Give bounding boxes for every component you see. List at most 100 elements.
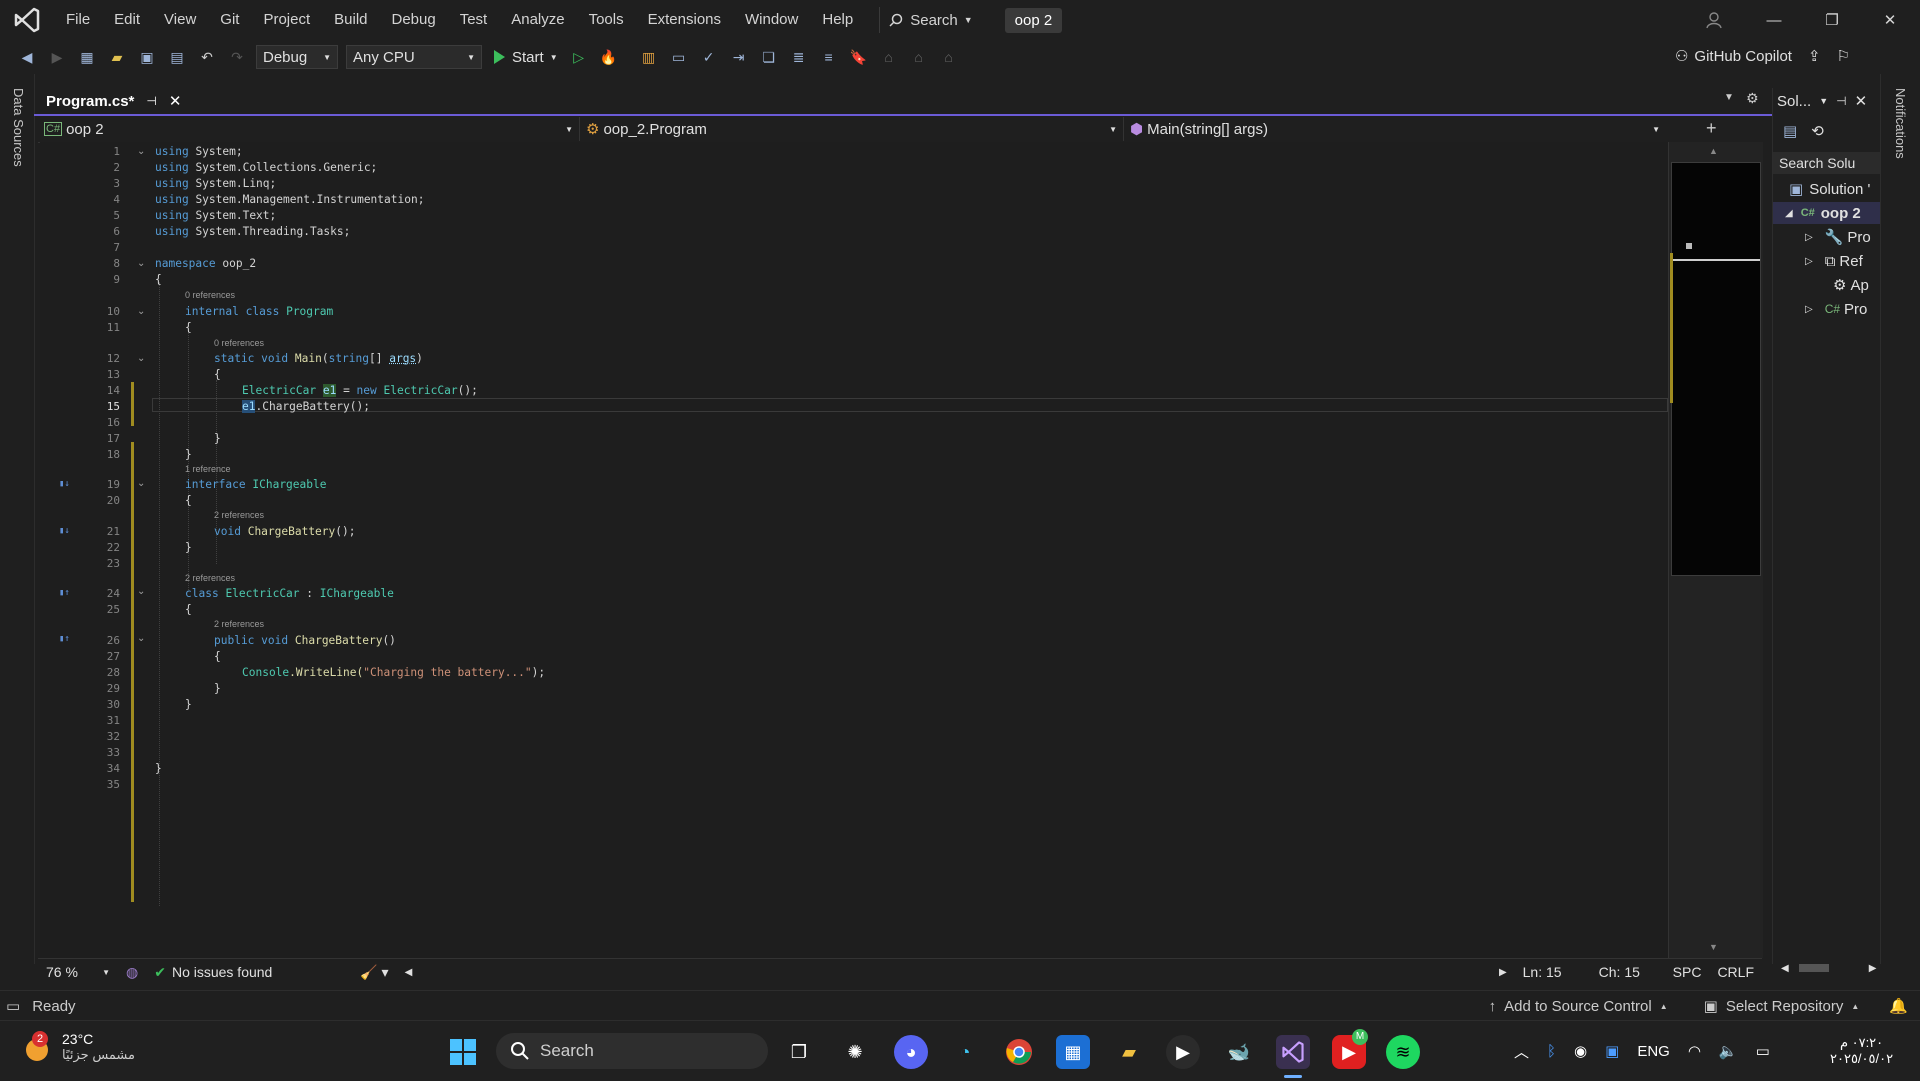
redo-icon[interactable]: ↷ [224,44,250,70]
menu-git[interactable]: Git [208,0,251,40]
references-hint[interactable]: 2 references [214,510,264,520]
menu-extensions[interactable]: Extensions [636,0,733,40]
task-view-icon[interactable]: ❐ [782,1035,816,1069]
data-sources-tab[interactable]: Data Sources [11,88,26,167]
tree-item-properties[interactable]: ▷ 🔧 Pro [1773,226,1881,248]
bookmark-next-icon[interactable]: ⌂ [906,44,932,70]
menu-project[interactable]: Project [251,0,322,40]
fold-chevron-icon[interactable]: ⌄ [137,586,145,597]
step-icon[interactable]: ⇥ [726,44,752,70]
battery-icon[interactable]: ▭ [1756,1042,1770,1060]
tree-item-project[interactable]: ◢ C# oop 2 [1773,202,1881,224]
spotify-icon[interactable]: ≋ [1386,1035,1420,1069]
minimap-viewport[interactable] [1671,162,1761,576]
implementation-marker-icon[interactable]: ▮↓ [59,479,70,489]
scroll-right-icon[interactable]: ▶ [1869,963,1877,974]
implementation-marker-icon[interactable]: ▮↑ [59,634,70,644]
layout-icon[interactable]: ▭ [666,44,692,70]
scroll-right-icon[interactable]: ▶ [1491,959,1515,985]
menu-analyze[interactable]: Analyze [499,0,576,40]
intellicode-icon[interactable]: ◍ [118,959,146,985]
history-icon[interactable]: ⟲ [1811,122,1824,140]
scroll-down-icon[interactable]: ▼ [1709,942,1718,952]
indent-icon[interactable]: ≣ [786,44,812,70]
add-to-source-control-button[interactable]: ↑ Add to Source Control ▲ [1489,998,1668,1015]
minimize-button[interactable]: — [1746,0,1802,40]
implementation-marker-icon[interactable]: ▮↑ [59,588,70,598]
collapsed-arrow-icon[interactable]: ▷ [1805,304,1813,315]
expanded-arrow-icon[interactable]: ◢ [1785,208,1793,219]
navigate-forward-icon[interactable]: ▶ [44,44,70,70]
spellcheck-icon[interactable]: ✓ [696,44,722,70]
solution-name-badge[interactable]: oop 2 [1005,8,1063,33]
code-editor[interactable]: 1 2 3 4 5 6 7 8 9 10 11 12 13 14 15 16 17 18 19 20 21 22 23 24 2… [40,142,1668,958]
undo-icon[interactable]: ↶ [194,44,220,70]
fold-chevron-icon[interactable]: ⌄ [137,258,145,269]
settings-gear-icon[interactable]: ⚙ [1746,90,1759,107]
output-icon[interactable]: ▭ [6,997,20,1015]
line-ending-indicator[interactable]: CRLF [1709,959,1762,985]
notification-bell-icon[interactable]: 🔔 [1889,997,1908,1015]
minimap[interactable]: ▲ ▼ [1668,142,1763,958]
navigate-back-icon[interactable]: ◀ [14,44,40,70]
references-hint[interactable]: 2 references [214,619,264,629]
menu-debug[interactable]: Debug [380,0,448,40]
close-pane-icon[interactable]: ✕ [1855,92,1868,110]
pane-dropdown-icon[interactable]: ▼ [1819,96,1828,106]
collapsed-arrow-icon[interactable]: ▷ [1805,256,1813,267]
references-hint[interactable]: 0 references [214,338,264,348]
whitespace-indicator[interactable]: SPC [1665,959,1710,985]
search-button[interactable]: Search ▼ [879,7,980,33]
menu-view[interactable]: View [152,0,208,40]
menu-build[interactable]: Build [322,0,379,40]
pin-icon[interactable]: ⊣ [1836,94,1846,108]
project-dropdown[interactable]: C# oop 2 ▼ [38,117,580,141]
discord-icon[interactable]: ◕ [894,1035,928,1069]
weather-widget[interactable]: 2 23°C مشمس جزئيًا [22,1031,135,1063]
scroll-left-icon[interactable]: ◀ [397,959,421,985]
bookmark-clear-icon[interactable]: ⌂ [936,44,962,70]
visual-studio-logo-icon[interactable] [12,5,42,35]
code-cleanup-icon[interactable]: 🧹 ▾ [352,959,396,985]
github-copilot-button[interactable]: ⚇ GitHub Copilot ⇪ ⚐ [1675,47,1850,65]
menu-edit[interactable]: Edit [102,0,152,40]
column-indicator[interactable]: Ch: 15 [1591,959,1665,985]
chrome-icon[interactable] [1002,1035,1036,1069]
volume-icon[interactable]: 🔈 [1719,1042,1738,1060]
tree-item-app-config[interactable]: ⚙ Ap [1773,274,1881,296]
visual-studio-taskbar-icon[interactable] [1276,1035,1310,1069]
new-project-icon[interactable]: ▦ [74,44,100,70]
split-editor-icon[interactable]: + [1706,118,1717,139]
menu-file[interactable]: File [54,0,102,40]
configuration-select[interactable]: Debug ▼ [256,45,338,69]
sync-icon[interactable]: ▤ [1783,122,1797,140]
edge-icon[interactable]: ◔ [948,1035,982,1069]
bookmark-prev-icon[interactable]: ⌂ [876,44,902,70]
feedback-icon[interactable]: ⚐ [1837,47,1850,65]
hot-reload-icon[interactable]: 🔥 [596,44,622,70]
start-without-debugging-icon[interactable]: ▷ [566,44,592,70]
share-icon[interactable]: ⇪ [1808,47,1821,65]
youtube-icon[interactable]: ▶ M [1332,1035,1366,1069]
fold-chevron-icon[interactable]: ⌄ [137,478,145,489]
toolbox-icon[interactable]: ▥ [636,44,662,70]
tab-list-dropdown-icon[interactable]: ▼ [1724,92,1734,103]
bluetooth-icon[interactable]: ᛒ [1547,1043,1556,1060]
tree-item-solution[interactable]: ▣ Solution ' [1773,178,1881,200]
fold-chevron-icon[interactable]: ⌄ [137,633,145,644]
platform-select[interactable]: Any CPU ▼ [346,45,482,69]
menu-help[interactable]: Help [810,0,865,40]
scroll-left-icon[interactable]: ◀ [1781,963,1789,974]
bookmark-icon[interactable]: 🔖 [846,44,872,70]
account-icon[interactable] [1686,0,1742,40]
fold-chevron-icon[interactable]: ⌄ [137,353,145,364]
microsoft-store-icon[interactable]: ▦ [1056,1035,1090,1069]
show-hidden-icons-icon[interactable]: ︿ [1514,1041,1529,1062]
implementation-marker-icon[interactable]: ▮↓ [59,526,70,536]
media-player-icon[interactable]: ▶ [1166,1035,1200,1069]
taskbar-search-box[interactable]: Search [496,1033,768,1069]
tree-item-program-cs[interactable]: ▷ C# Pro [1773,298,1881,320]
fold-chevron-icon[interactable]: ⌄ [137,306,145,317]
tree-item-references[interactable]: ▷ ⧉ Ref [1773,250,1881,272]
save-icon[interactable]: ▣ [134,44,160,70]
